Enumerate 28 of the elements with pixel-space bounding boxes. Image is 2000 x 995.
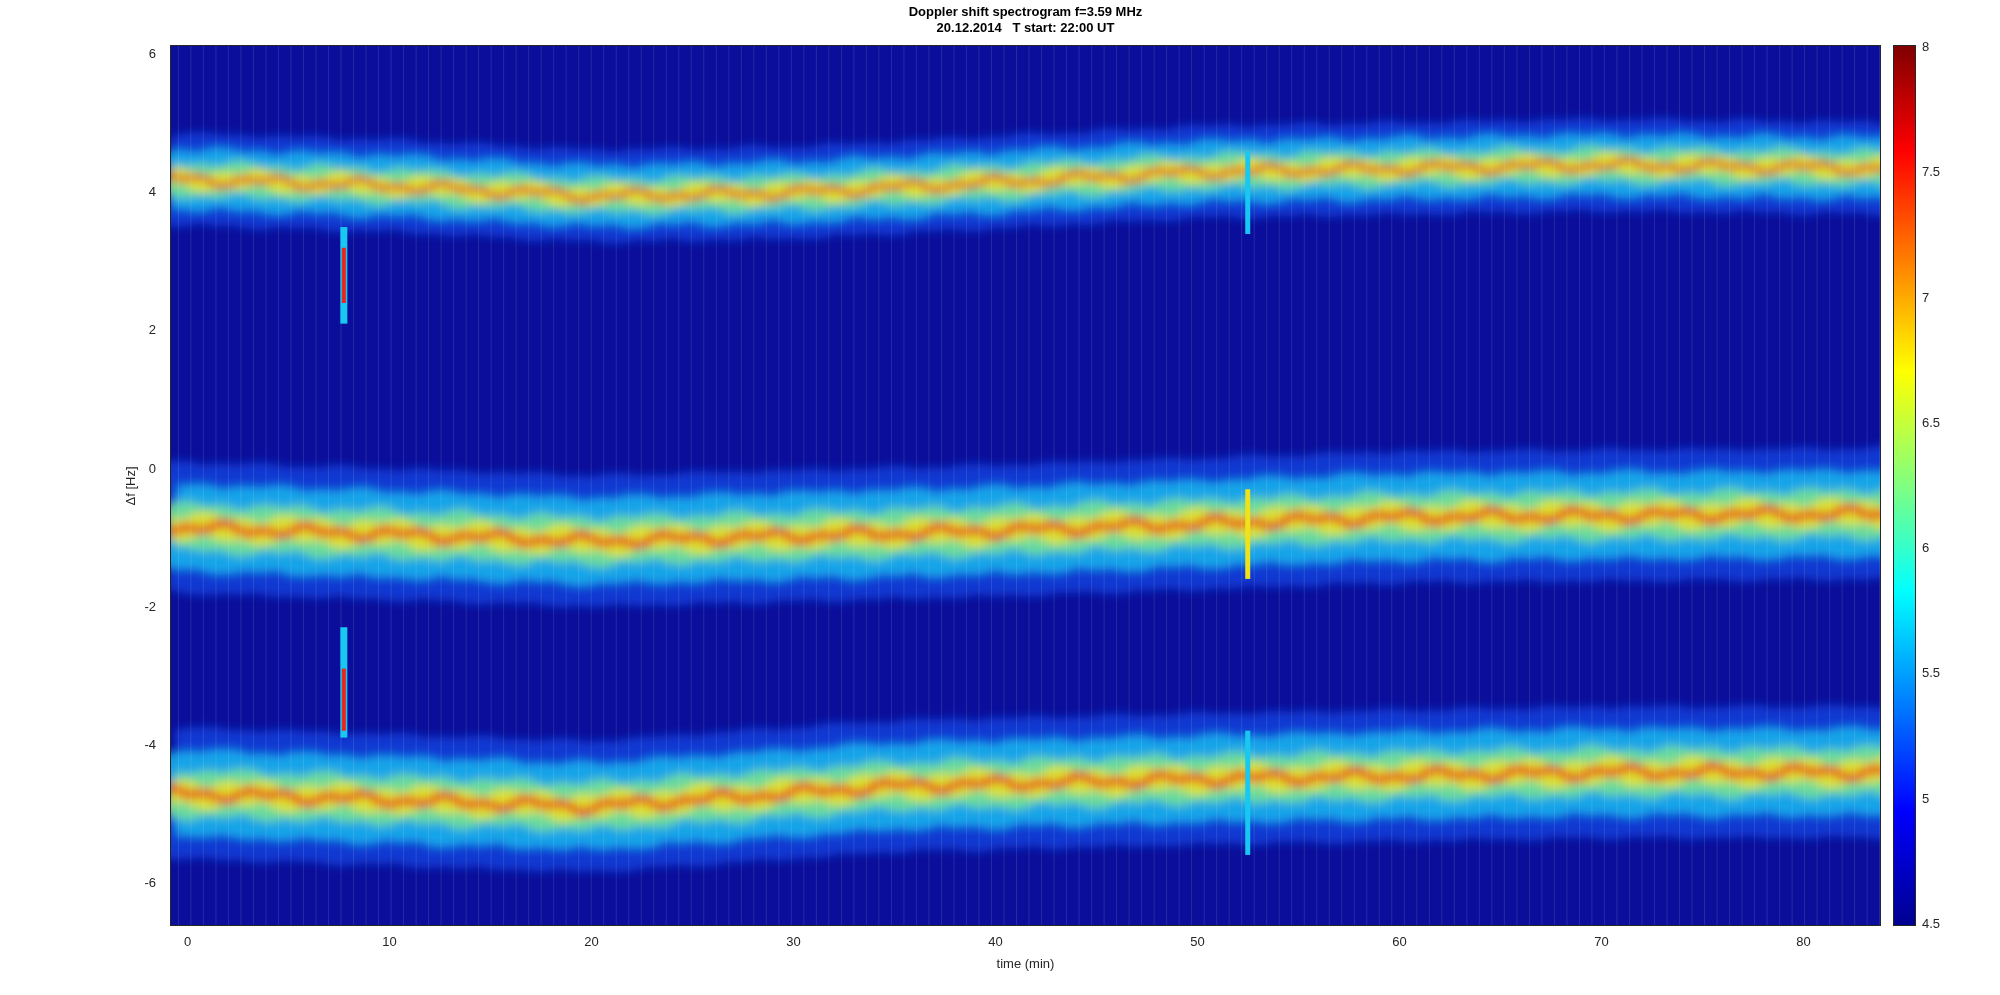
- colorbar-tick-label: 7: [1922, 289, 1930, 306]
- colorbar-tick-label: 6: [1922, 540, 1930, 557]
- x-tick-label: 30: [786, 934, 801, 950]
- x-tick-label: 20: [584, 934, 599, 950]
- colorbar-tick-label: 7.5: [1922, 164, 1941, 181]
- chart-subtitle: 20.12.2014 T start: 22:00 UT: [936, 20, 1115, 36]
- chart-title: Doppler shift spectrogram f=3.59 MHz: [908, 4, 1143, 20]
- y-tick-label: 4: [148, 183, 156, 200]
- y-tick-label: -4: [144, 737, 156, 754]
- colorbar-tick-label: 5: [1922, 790, 1930, 807]
- y-tick-label: -2: [144, 598, 156, 615]
- y-tick-label: 6: [148, 45, 156, 62]
- colorbar-tick-label: 8: [1922, 39, 1930, 55]
- y-axis-label: Δf [Hz]: [122, 466, 138, 505]
- x-tick-label: 0: [183, 934, 192, 950]
- y-tick-label: 0: [148, 460, 156, 477]
- x-tick-label: 80: [1796, 934, 1811, 950]
- colorbar-tick-label: 5.5: [1922, 665, 1941, 682]
- x-tick-label: 50: [1190, 934, 1205, 950]
- x-tick-label: 70: [1594, 934, 1609, 950]
- x-tick-label: 40: [988, 934, 1003, 950]
- colorbar-tick-label: 6.5: [1922, 414, 1941, 431]
- x-tick-label: 60: [1392, 934, 1407, 950]
- x-axis-label: time (min): [996, 956, 1055, 972]
- y-tick-label: 2: [148, 322, 156, 339]
- colorbar-tick-label: 4.5: [1922, 916, 1941, 932]
- y-tick-label: -6: [144, 875, 156, 892]
- x-tick-label: 10: [382, 934, 397, 950]
